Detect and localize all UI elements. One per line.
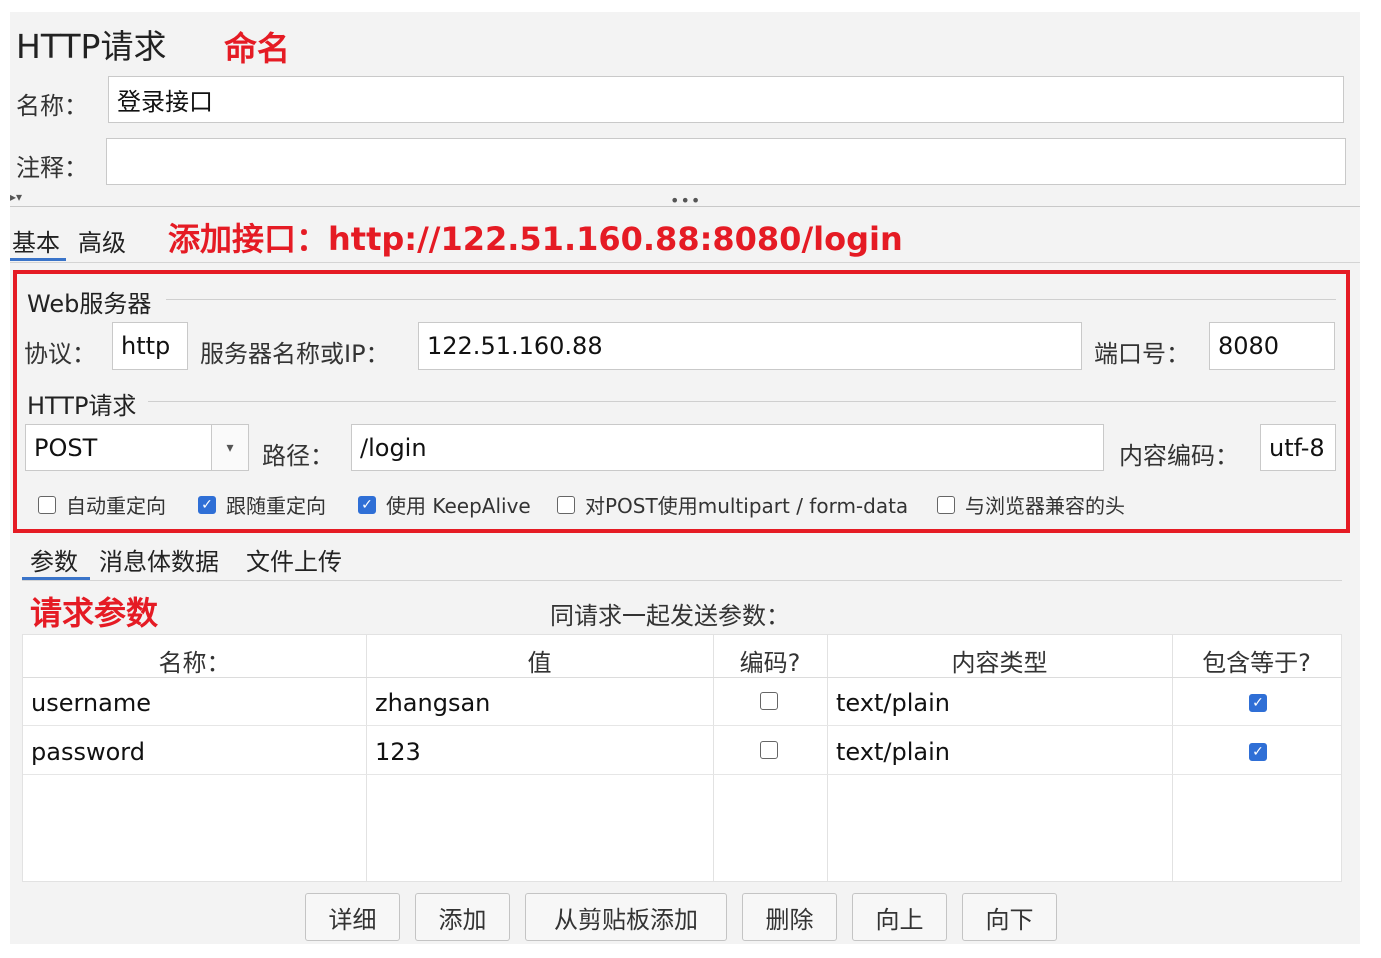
option-multipart[interactable]: 对POST使用multipart / form-data: [557, 490, 908, 519]
name-field-value: 登录接口: [117, 88, 213, 116]
table-row-content-type[interactable]: text/plain: [828, 738, 950, 766]
browser-headers-label: 与浏览器兼容的头: [965, 494, 1125, 518]
table-row-include-equals[interactable]: ✓: [1249, 741, 1267, 761]
splitter-divider: [10, 206, 1360, 207]
comment-field[interactable]: [106, 138, 1346, 185]
comment-label: 注释：: [16, 154, 88, 182]
table-row-content-type[interactable]: text/plain: [828, 689, 950, 717]
tab-body-data[interactable]: 消息体数据: [99, 542, 219, 577]
check-icon: ✓: [1252, 695, 1264, 711]
annotation-name: 命名: [224, 29, 290, 68]
detail-button[interactable]: 详细: [305, 893, 400, 941]
keepalive-checkbox[interactable]: ✓: [358, 495, 376, 514]
encoding-label: 内容编码：: [1119, 442, 1239, 470]
move-up-button[interactable]: 向上: [852, 893, 947, 941]
include-equals-checkbox[interactable]: ✓: [1249, 694, 1267, 712]
encode-checkbox[interactable]: [760, 741, 778, 759]
path-field[interactable]: /login: [351, 424, 1104, 471]
move-down-button[interactable]: 向下: [962, 893, 1057, 941]
chevron-down-icon[interactable]: ▾: [211, 425, 248, 470]
follow-redirect-checkbox[interactable]: ✓: [198, 495, 216, 514]
multipart-checkbox[interactable]: [557, 495, 575, 514]
multipart-label: 对POST使用multipart / form-data: [585, 494, 909, 518]
method-select[interactable]: POST ▾: [25, 424, 249, 471]
annotation-url: 添加接口：http://122.51.160.88:8080/login: [168, 220, 903, 258]
web-server-group-title: Web服务器: [27, 290, 152, 318]
server-label: 服务器名称或IP：: [200, 340, 390, 368]
table-row-value[interactable]: 123: [367, 738, 421, 766]
web-server-group-line: [166, 299, 1336, 300]
tab-file-upload[interactable]: 文件上传: [246, 542, 342, 577]
sub-tab-divider: [22, 580, 1342, 581]
option-browser-headers[interactable]: 与浏览器兼容的头: [937, 490, 1125, 519]
table-row-name[interactable]: password: [23, 738, 145, 766]
tab-basic[interactable]: 基本: [12, 223, 60, 258]
path-value: /login: [360, 433, 427, 462]
delete-button[interactable]: 删除: [742, 893, 837, 941]
protocol-label: 协议：: [24, 340, 96, 368]
option-follow-redirect[interactable]: ✓ 跟随重定向: [198, 490, 326, 519]
check-icon: ✓: [201, 496, 213, 513]
port-field[interactable]: 8080: [1209, 322, 1335, 370]
row-divider: [23, 725, 1341, 726]
server-value: 122.51.160.88: [427, 332, 603, 360]
column-header-name[interactable]: 名称：: [23, 643, 366, 678]
protocol-value: http: [121, 332, 171, 360]
splitter-handle-icon[interactable]: •••: [670, 191, 701, 210]
encoding-field[interactable]: utf-8: [1260, 424, 1336, 471]
method-value: POST: [34, 433, 98, 462]
add-from-clipboard-button[interactable]: 从剪贴板添加: [525, 893, 727, 941]
name-label: 名称：: [16, 92, 88, 120]
path-label: 路径：: [262, 442, 334, 470]
add-button[interactable]: 添加: [415, 893, 510, 941]
port-value: 8080: [1218, 332, 1280, 360]
table-row-include-equals[interactable]: ✓: [1249, 692, 1267, 712]
tab-divider: [10, 262, 1360, 263]
auto-redirect-checkbox[interactable]: [38, 495, 56, 514]
page-title: HTTP请求: [16, 27, 167, 66]
protocol-field[interactable]: http: [112, 322, 188, 370]
encode-checkbox[interactable]: [760, 692, 778, 710]
name-field[interactable]: 登录接口: [108, 76, 1344, 123]
table-row-encode[interactable]: [760, 741, 778, 763]
auto-redirect-label: 自动重定向: [66, 494, 166, 518]
browser-headers-checkbox[interactable]: [937, 495, 955, 514]
server-field[interactable]: 122.51.160.88: [418, 322, 1082, 370]
table-row-encode[interactable]: [760, 692, 778, 714]
follow-redirect-label: 跟随重定向: [226, 494, 326, 518]
port-label: 端口号：: [1094, 340, 1190, 368]
params-table: 名称： 值 编码? 内容类型 包含等于? username zhangsan t…: [22, 634, 1342, 882]
tab-advanced[interactable]: 高级: [78, 223, 126, 258]
check-icon: ✓: [1252, 744, 1264, 760]
column-header-content-type[interactable]: 内容类型: [827, 643, 1172, 678]
option-auto-redirect[interactable]: 自动重定向: [38, 490, 166, 519]
table-row-name[interactable]: username: [23, 689, 151, 717]
column-header-encode[interactable]: 编码?: [713, 643, 827, 678]
annotation-params: 请求参数: [30, 594, 159, 632]
http-request-group-title: HTTP请求: [27, 392, 137, 420]
column-header-include-equals[interactable]: 包含等于?: [1172, 643, 1341, 678]
row-divider: [23, 774, 1341, 775]
column-header-value[interactable]: 值: [366, 643, 713, 678]
tab-parameters[interactable]: 参数: [30, 542, 78, 577]
params-caption: 同请求一起发送参数：: [550, 602, 790, 630]
collapse-arrows-icon[interactable]: ▸▾: [10, 190, 22, 204]
option-keepalive[interactable]: ✓ 使用 KeepAlive: [358, 490, 531, 519]
keepalive-label: 使用 KeepAlive: [386, 494, 531, 518]
http-request-group-line: [148, 401, 1336, 402]
tab-basic-indicator: [10, 258, 66, 261]
check-icon: ✓: [361, 496, 373, 513]
include-equals-checkbox[interactable]: ✓: [1249, 743, 1267, 761]
encoding-value: utf-8: [1269, 433, 1325, 462]
table-row-value[interactable]: zhangsan: [367, 689, 490, 717]
